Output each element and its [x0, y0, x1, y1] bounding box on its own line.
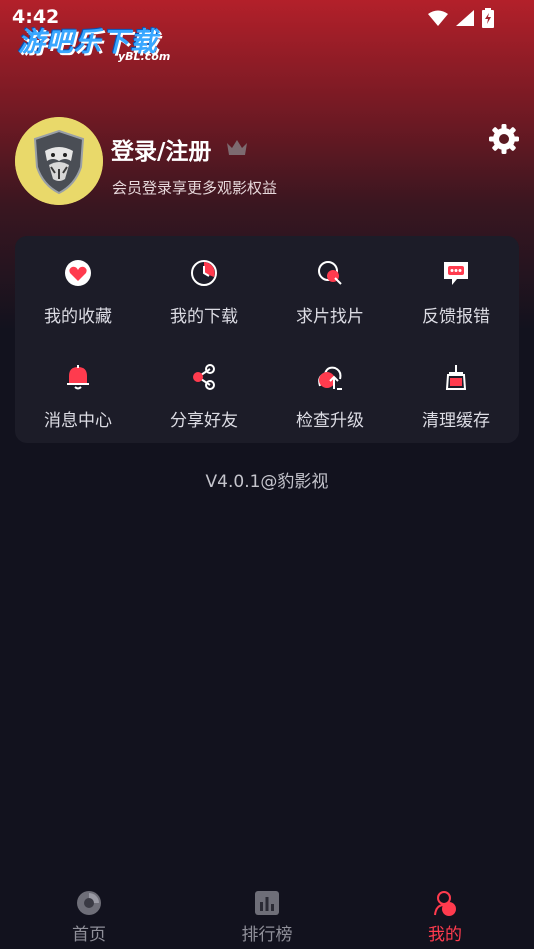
menu-item-label: 消息中心: [44, 411, 112, 431]
home-icon: [77, 891, 101, 915]
heart-icon: [65, 260, 91, 286]
download-clock-icon: [191, 260, 217, 286]
avatar[interactable]: [15, 117, 103, 205]
menu-item-check-update[interactable]: 检查升级: [267, 340, 393, 440]
search-film-icon: [318, 261, 342, 285]
menu-item-label: 检查升级: [296, 411, 364, 431]
signal-icon: [456, 10, 474, 26]
profile-icon: [434, 891, 456, 916]
menu-item-label: 我的收藏: [44, 307, 112, 327]
tab-label: 排行榜: [241, 925, 293, 945]
upgrade-icon: [318, 366, 342, 390]
menu-card: 我的收藏 我的下载 求片找片 反馈报错 消息中心 分享好友 检查升级 清理缓存: [15, 236, 519, 443]
bell-icon: [67, 365, 89, 390]
tiger-shield-icon: [15, 117, 103, 205]
menu-item-feedback[interactable]: 反馈报错: [393, 236, 519, 336]
menu-item-messages[interactable]: 消息中心: [15, 340, 141, 440]
login-register-link[interactable]: 登录/注册: [111, 132, 211, 166]
menu-item-label: 分享好友: [170, 411, 238, 431]
menu-item-label: 反馈报错: [422, 307, 490, 327]
menu-item-label: 求片找片: [296, 307, 364, 327]
status-icons: [428, 8, 494, 28]
tab-ranking[interactable]: 排行榜: [207, 880, 327, 949]
watermark-sub-text: yBL.com: [118, 50, 171, 63]
ranking-icon: [255, 891, 279, 915]
app-version: V4.0.1@豹影视: [205, 472, 329, 492]
menu-item-clear-cache[interactable]: 清理缓存: [393, 340, 519, 440]
crown-icon: [227, 140, 247, 155]
tab-label: 我的: [428, 925, 462, 945]
menu-item-favorites[interactable]: 我的收藏: [15, 236, 141, 336]
watermark-logo: 游吧乐下载 yBL.com: [18, 20, 188, 68]
tab-label: 首页: [72, 925, 106, 945]
menu-item-share[interactable]: 分享好友: [141, 340, 267, 440]
tab-home[interactable]: 首页: [29, 880, 149, 949]
menu-item-request-film[interactable]: 求片找片: [267, 236, 393, 336]
menu-item-label: 我的下载: [170, 307, 238, 327]
broom-icon: [445, 365, 467, 390]
bottom-tab-bar: 首页 排行榜 我的: [0, 880, 534, 949]
share-icon: [193, 364, 215, 390]
menu-item-label: 清理缓存: [422, 411, 490, 431]
profile-header: 登录/注册 会员登录享更多观影权益: [15, 117, 520, 207]
feedback-icon: [444, 262, 468, 285]
wifi-icon: [428, 10, 448, 26]
menu-item-downloads[interactable]: 我的下载: [141, 236, 267, 336]
tab-mine[interactable]: 我的: [385, 880, 505, 949]
login-subtitle: 会员登录享更多观影权益: [112, 179, 278, 197]
battery-icon: [482, 8, 494, 28]
gear-icon[interactable]: [488, 123, 520, 155]
